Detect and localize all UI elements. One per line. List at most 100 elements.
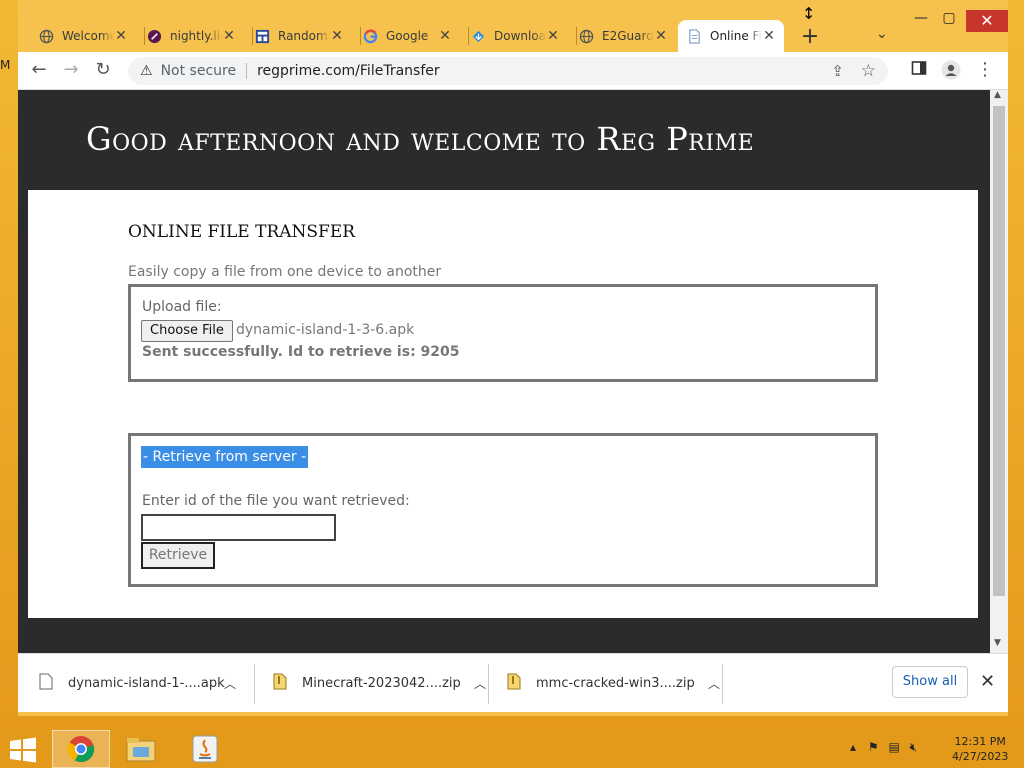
zip-icon [272, 673, 288, 694]
scroll-down-icon[interactable]: ▼ [994, 638, 1001, 648]
download-file-name: mmc-cracked-win3....zip [536, 676, 695, 691]
upload-label: Upload file: [142, 299, 222, 315]
flag-icon[interactable]: ⚑ [868, 740, 879, 754]
back-icon[interactable]: ← [28, 60, 50, 80]
close-window-icon[interactable]: ✕ [966, 10, 1008, 32]
retrieve-id-input[interactable] [141, 514, 336, 541]
page-content: ONLINE FILE TRANSFER Easily copy a file … [28, 190, 978, 618]
download-file-name: Minecraft-2023042....zip [302, 676, 461, 691]
system-clock[interactable]: 12:31 PM 4/27/2023 [952, 734, 1008, 764]
volume-muted-icon[interactable]: 🔇︎ [910, 740, 918, 754]
layout-icon [254, 28, 270, 44]
warning-icon[interactable]: ⚠ [140, 63, 153, 79]
retrieve-panel: - Retrieve from server - Enter id of the… [128, 433, 878, 587]
new-tab-icon[interactable]: + [798, 24, 822, 49]
scroll-thumb[interactable] [993, 106, 1005, 596]
retrieve-legend: - Retrieve from server - [141, 446, 309, 468]
tab-google[interactable]: Google ✕ [354, 20, 460, 52]
upload-status-message: Sent successfully. Id to retrieve is: 92… [142, 344, 460, 360]
selected-file-name: dynamic-island-1-3-6.apk [236, 322, 415, 338]
chevron-up-icon[interactable]: ▴ [850, 740, 856, 754]
taskbar: ▴ ⚑ ▤ 🔇︎ 12:31 PM 4/27/2023 [0, 730, 1024, 768]
document-icon [686, 28, 702, 44]
show-all-downloads-button[interactable]: Show all [892, 666, 968, 698]
divider [246, 63, 248, 79]
chevron-up-icon[interactable]: ︿ [224, 675, 236, 692]
tab-label: Google [386, 29, 429, 43]
windows-start-icon[interactable] [8, 737, 38, 763]
profile-avatar-icon[interactable] [940, 60, 962, 85]
reload-icon[interactable]: ↻ [92, 60, 114, 80]
download-icon [470, 28, 486, 44]
menu-icon[interactable]: ⋮ [974, 60, 996, 80]
close-tab-icon[interactable]: ✕ [438, 28, 452, 44]
tab-download[interactable]: Download ✕ [462, 20, 568, 52]
file-explorer-taskbar-icon[interactable] [112, 730, 170, 768]
tab-random[interactable]: Random ✕ [246, 20, 352, 52]
resize-cursor-icon: ↕ [802, 4, 816, 23]
globe-icon [578, 28, 594, 44]
page-viewport: Good afternoon and welcome to Reg Prime … [18, 90, 990, 653]
tab-nightly-link[interactable]: nightly.link ✕ [138, 20, 244, 52]
scroll-up-icon[interactable]: ▲ [994, 90, 1001, 100]
vertical-scrollbar[interactable]: ▲ ▼ [990, 90, 1008, 653]
java-taskbar-icon[interactable] [176, 730, 234, 768]
security-label[interactable]: Not secure [161, 63, 237, 79]
chevron-up-icon[interactable]: ︿ [474, 675, 486, 692]
tab-online-file-transfer[interactable]: Online File Transfer ✕ [678, 20, 784, 52]
chevron-down-icon[interactable]: ⌄ [876, 26, 888, 42]
zip-icon [506, 673, 522, 694]
clock-time: 12:31 PM [954, 735, 1006, 748]
upload-panel: Upload file: Choose File dynamic-island-… [128, 284, 878, 382]
url-text[interactable]: regprime.com/FileTransfer [257, 63, 440, 79]
close-tab-icon[interactable]: ✕ [114, 28, 128, 44]
close-tab-icon[interactable]: ✕ [654, 28, 668, 44]
google-icon [362, 28, 378, 44]
tab-label: E2Guardian [602, 29, 654, 43]
system-tray: ▴ ⚑ ▤ 🔇︎ [850, 740, 917, 755]
maximize-icon[interactable]: ▢ [934, 10, 964, 26]
side-panel-icon[interactable] [908, 60, 930, 81]
tab-label: Download [494, 29, 546, 43]
download-item[interactable]: dynamic-island-1-....apk ︿ [38, 654, 252, 713]
tab-label: Online File Transfer [710, 29, 762, 43]
page-title: Good afternoon and welcome to Reg Prime [86, 120, 755, 158]
browser-toolbar: ← → ↻ ⚠ Not secure regprime.com/FileTran… [18, 52, 1008, 90]
download-item[interactable]: mmc-cracked-win3....zip ︿ [506, 654, 720, 713]
close-tab-icon[interactable]: ✕ [546, 28, 560, 44]
link-icon [146, 28, 162, 44]
share-icon[interactable]: ⇪ [831, 62, 844, 80]
tab-label: nightly.link [170, 29, 222, 43]
browser-window: Welcome ✕ nightly.link ✕ Random ✕ Google… [18, 0, 1008, 716]
page-footer [28, 618, 978, 653]
minimize-icon[interactable]: — [906, 10, 936, 26]
globe-icon [38, 28, 54, 44]
desktop-edge-text: M [0, 58, 11, 72]
tab-welcome[interactable]: Welcome ✕ [30, 20, 136, 52]
file-icon [38, 673, 54, 694]
retrieve-id-label: Enter id of the file you want retrieved: [142, 493, 410, 509]
tab-label: Welcome [62, 29, 114, 43]
retrieve-button[interactable]: Retrieve [141, 542, 215, 569]
bookmark-star-icon[interactable]: ☆ [861, 61, 876, 81]
choose-file-button[interactable]: Choose File [141, 320, 233, 342]
close-tab-icon[interactable]: ✕ [222, 28, 236, 44]
chevron-up-icon[interactable]: ︿ [708, 675, 720, 692]
network-icon[interactable]: ▤ [888, 740, 899, 754]
chrome-taskbar-icon[interactable] [52, 730, 110, 768]
tab-strip: Welcome ✕ nightly.link ✕ Random ✕ Google… [18, 0, 1008, 52]
section-title: ONLINE FILE TRANSFER [128, 222, 356, 242]
download-file-name: dynamic-island-1-....apk [68, 676, 225, 691]
address-bar[interactable]: ⚠ Not secure regprime.com/FileTransfer ⇪… [128, 57, 888, 85]
downloads-shelf: dynamic-island-1-....apk ︿ Minecraft-202… [18, 653, 1008, 712]
close-tab-icon[interactable]: ✕ [762, 28, 776, 44]
forward-icon[interactable]: → [60, 60, 82, 80]
close-downloads-icon[interactable]: ✕ [980, 671, 995, 692]
tab-e2guardian[interactable]: E2Guardian ✕ [570, 20, 676, 52]
download-item[interactable]: Minecraft-2023042....zip ︿ [272, 654, 486, 713]
clock-date: 4/27/2023 [952, 750, 1009, 763]
close-tab-icon[interactable]: ✕ [330, 28, 344, 44]
page-header: Good afternoon and welcome to Reg Prime [28, 90, 978, 190]
section-subtitle: Easily copy a file from one device to an… [128, 264, 442, 280]
tab-label: Random [278, 29, 328, 43]
